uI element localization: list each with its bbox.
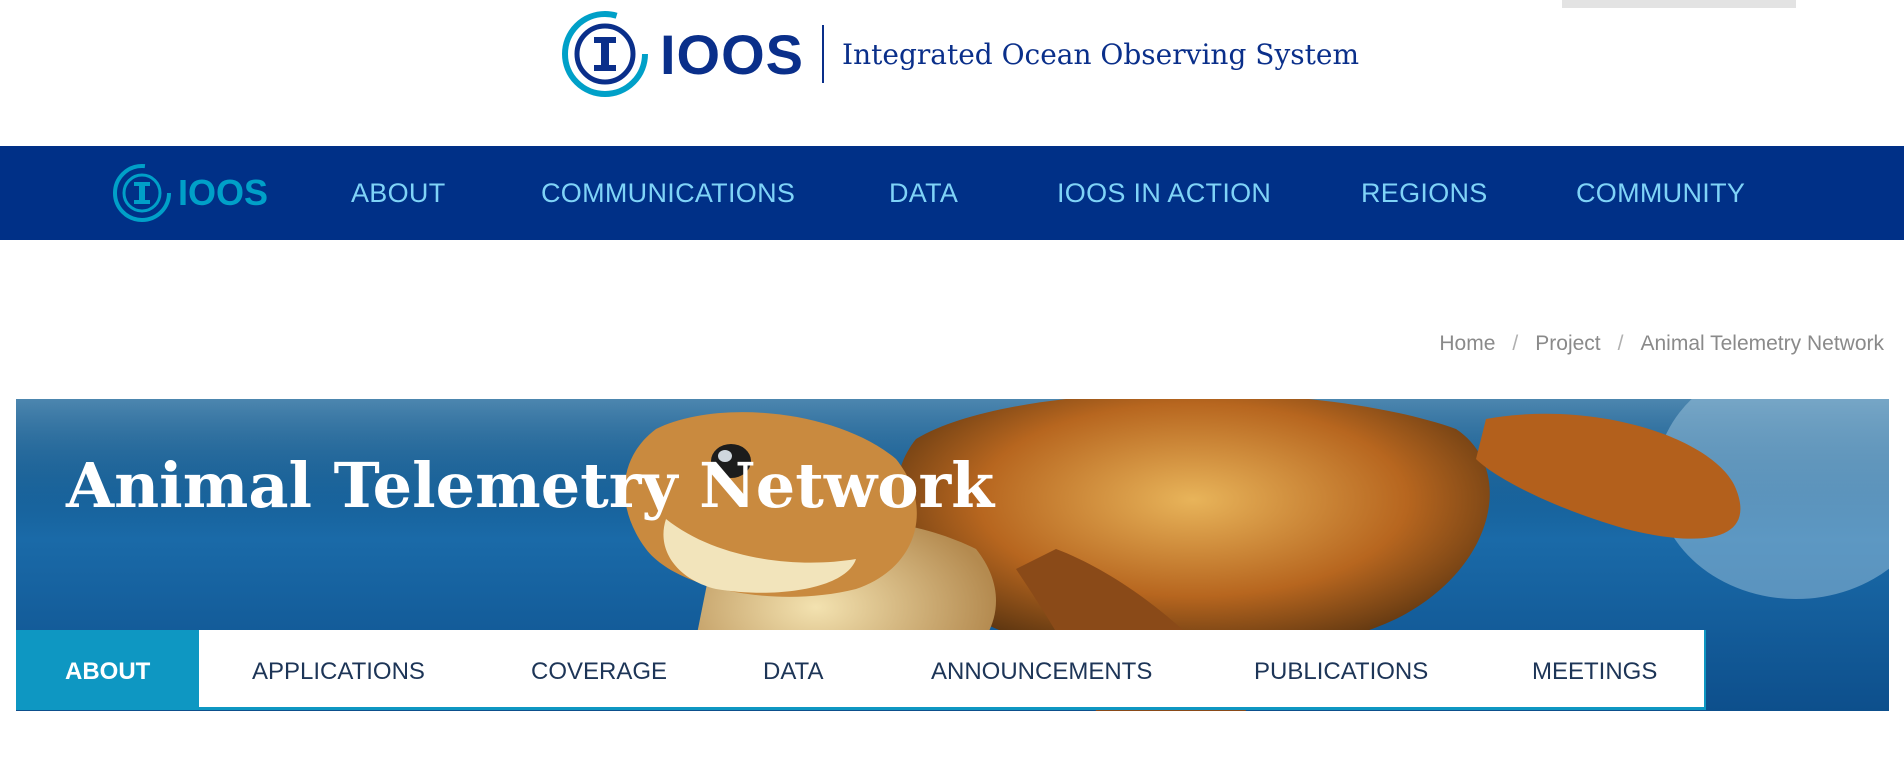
breadcrumb-project[interactable]: Project bbox=[1535, 332, 1600, 355]
breadcrumb-home[interactable]: Home bbox=[1439, 332, 1495, 355]
nav-logo-wordmark: IOOS bbox=[178, 172, 269, 213]
tab-applications[interactable]: APPLICATIONS bbox=[252, 630, 425, 707]
breadcrumb: Home / Project / Animal Telemetry Network bbox=[1439, 332, 1884, 356]
search-bar-stub[interactable] bbox=[1562, 0, 1796, 8]
tab-about[interactable]: ABOUT bbox=[16, 630, 200, 707]
nav-item-regions[interactable]: REGIONS bbox=[1361, 146, 1488, 240]
logo-tagline: Integrated Ocean Observing System bbox=[842, 37, 1360, 71]
nav-item-community[interactable]: COMMUNITY bbox=[1576, 146, 1745, 240]
page-title: Animal Telemetry Network bbox=[66, 449, 995, 522]
breadcrumb-current: Animal Telemetry Network bbox=[1640, 332, 1884, 355]
section-tabs: ABOUT APPLICATIONS COVERAGE DATA ANNOUNC… bbox=[16, 630, 1706, 710]
ioos-logo-icon bbox=[562, 11, 648, 97]
logo-divider bbox=[822, 25, 825, 83]
brand-header: IOOS Integrated Ocean Observing System bbox=[0, 0, 1904, 146]
main-nav: IOOS ABOUT COMMUNICATIONS DATA IOOS IN A… bbox=[0, 146, 1904, 240]
breadcrumb-separator: / bbox=[1512, 332, 1519, 355]
nav-logo-icon bbox=[113, 164, 171, 222]
tab-coverage[interactable]: COVERAGE bbox=[531, 630, 667, 707]
nav-item-ioos-in-action[interactable]: IOOS IN ACTION bbox=[1057, 146, 1271, 240]
nav-logo[interactable]: IOOS bbox=[112, 158, 268, 228]
tab-announcements[interactable]: ANNOUNCEMENTS bbox=[931, 630, 1152, 707]
tab-data[interactable]: DATA bbox=[763, 630, 823, 707]
tab-publications[interactable]: PUBLICATIONS bbox=[1254, 630, 1428, 707]
nav-item-data[interactable]: DATA bbox=[889, 146, 958, 240]
nav-item-communications[interactable]: COMMUNICATIONS bbox=[541, 146, 795, 240]
breadcrumb-separator: / bbox=[1617, 332, 1624, 355]
logo-wordmark: IOOS bbox=[660, 22, 805, 86]
tab-meetings[interactable]: MEETINGS bbox=[1532, 630, 1657, 707]
nav-item-about[interactable]: ABOUT bbox=[351, 146, 446, 240]
ioos-logo[interactable]: IOOS Integrated Ocean Observing System bbox=[560, 8, 1359, 100]
